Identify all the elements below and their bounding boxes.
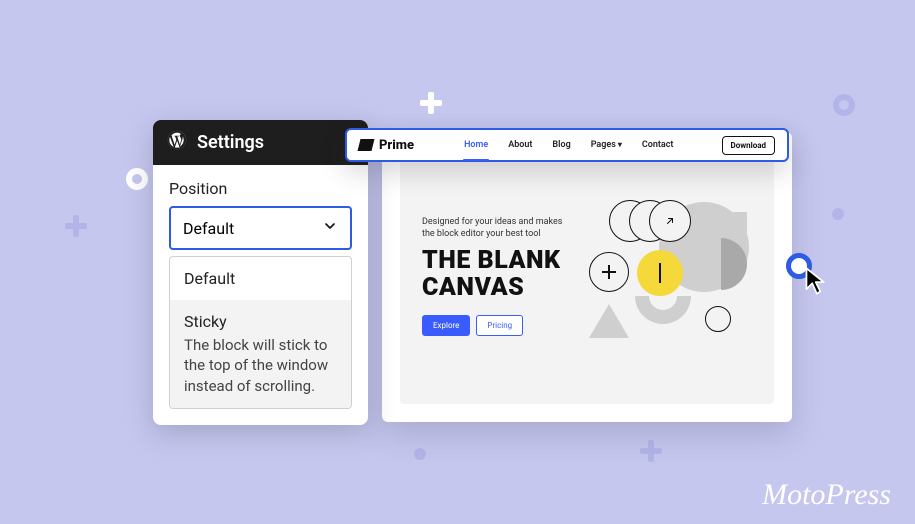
chevron-down-icon: ▾ — [618, 140, 622, 149]
nav-link-contact[interactable]: Contact — [642, 140, 674, 150]
wordpress-icon — [167, 130, 187, 155]
nav-link-blog[interactable]: Blog — [552, 140, 570, 150]
settings-panel: Settings Position Default Default Sticky… — [153, 120, 368, 425]
settings-header: Settings — [153, 120, 368, 165]
pricing-button[interactable]: Pricing — [476, 315, 523, 336]
nav-link-home[interactable]: Home — [464, 140, 488, 150]
position-select[interactable]: Default — [169, 206, 352, 250]
explore-button[interactable]: Explore — [422, 315, 470, 336]
chevron-down-icon — [322, 218, 338, 238]
nav-link-pages[interactable]: Pages▾ — [591, 140, 622, 150]
option-sticky[interactable]: Sticky The block will stick to the top o… — [170, 300, 351, 408]
motopress-signature: MotoPress — [762, 478, 891, 512]
option-default[interactable]: Default — [170, 257, 351, 300]
hero-title: THE BLANK CANVAS — [422, 248, 562, 301]
position-label: Position — [169, 179, 352, 198]
hero-art — [589, 200, 754, 360]
brand-logo-icon — [358, 139, 375, 151]
position-dropdown: Default Sticky The block will stick to t… — [169, 256, 352, 409]
hero-subtitle: Designed for your ideas and makes the bl… — [422, 217, 562, 240]
download-button[interactable]: Download — [722, 136, 776, 155]
site-preview: Designed for your ideas and makes the bl… — [382, 132, 792, 422]
brand[interactable]: Prime — [359, 138, 414, 153]
settings-title: Settings — [197, 132, 264, 153]
nav-link-about[interactable]: About — [508, 140, 532, 150]
position-select-value: Default — [183, 219, 234, 238]
site-navbar: Prime Home About Blog Pages▾ Contact Dow… — [345, 128, 789, 162]
cursor-icon — [804, 266, 832, 300]
